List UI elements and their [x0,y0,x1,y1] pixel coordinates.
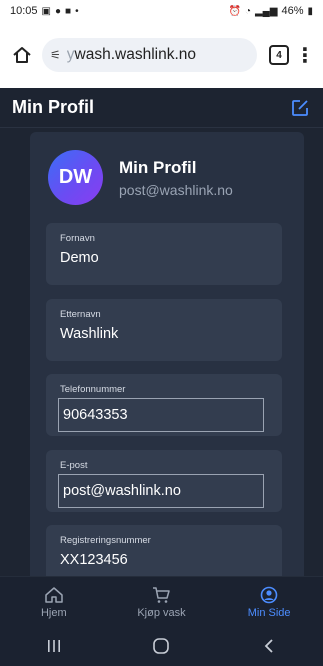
status-right: ⏰ ◔ ▂▄▆ 46% ▮ [228,5,313,17]
app-header: Min Profil [0,88,323,128]
chat-notification-icon: ● [54,5,62,17]
profile-summary: DW Min Profil post@washlink.no [48,150,233,205]
address-bar[interactable]: ⚟ ywash.washlink.no [42,38,257,72]
tabs-count: 4 [269,45,289,65]
nav-label-buy-wash: Kjøp vask [137,606,186,619]
browser-toolbar: ⚟ ywash.washlink.no 4 ⋮ [0,22,323,88]
browser-home-button[interactable] [8,41,36,69]
registration-number-value: XX123456 [60,552,128,568]
cart-icon [153,586,171,603]
more-notifications-icon: • [75,5,79,17]
first-name-field[interactable]: Fornavn Demo [46,223,282,285]
more-vert-icon: ⋮ [295,44,315,67]
nav-label-home: Hjem [40,606,67,619]
phone-label: Telefonnummer [60,384,126,395]
status-bar: 10:05 ▣ ● ■ • ⏰ ◔ ▂▄▆ 46% ▮ [0,0,323,22]
recent-apps-icon [47,640,60,652]
home-icon [13,47,31,63]
status-left: 10:05 ▣ ● ■ • [10,5,79,17]
edit-profile-button[interactable] [289,97,311,119]
email-label: E-post [60,460,88,471]
email-input[interactable]: post@washlink.no [58,474,264,508]
nav-item-my-page[interactable]: Min Side [229,586,309,619]
registration-number-field[interactable]: Registreringsnummer XX123456 [46,525,282,576]
registration-number-label: Registreringsnummer [60,535,151,546]
profile-text: Min Profil post@washlink.no [119,158,233,198]
back-chevron-icon [264,639,273,653]
alarm-icon: ⏰ [228,5,241,17]
home-system-button[interactable] [141,626,181,666]
phone-input[interactable]: 90643353 [58,398,264,432]
nav-item-buy-wash[interactable]: Kjøp vask [121,586,201,619]
home-circle-icon [153,638,170,654]
url-prefix: y [66,46,75,63]
main-content: DW Min Profil post@washlink.no Fornavn D… [0,128,323,576]
tabs-button[interactable]: 4 [267,43,291,67]
url-domain: wash.washlink.no [74,46,196,63]
page-title: Min Profil [12,97,94,117]
back-button[interactable] [249,626,289,666]
user-circle-icon [260,586,278,603]
first-name-value: Demo [60,250,99,266]
bottom-navigation: Hjem Kjøp vask Min Side [0,576,323,627]
nav-label-my-page: Min Side [247,606,291,619]
avatar: DW [48,150,103,205]
recent-apps-button[interactable] [34,626,74,666]
gallery-notification-icon: ▣ [41,5,51,17]
nav-item-home[interactable]: Hjem [14,586,94,619]
email-field: E-post post@washlink.no [46,450,282,512]
battery-icon: ▮ [307,5,313,17]
profile-card: DW Min Profil post@washlink.no Fornavn D… [30,132,304,576]
site-settings-icon[interactable]: ⚟ [50,48,61,62]
status-time: 10:05 [10,5,38,17]
browser-menu-button[interactable]: ⋮ [295,41,315,69]
edit-icon [292,99,308,116]
url-text: ywash.washlink.no [67,46,249,64]
app-notification-icon: ■ [65,5,72,17]
wifi-icon: ◔ [244,5,251,17]
last-name-label: Etternavn [60,309,101,320]
home-icon [45,586,63,603]
last-name-field[interactable]: Etternavn Washlink [46,299,282,361]
signal-icon: ▂▄▆ [254,5,278,17]
system-navigation [0,626,323,666]
last-name-value: Washlink [60,326,119,342]
phone-field: Telefonnummer 90643353 [46,374,282,436]
first-name-label: Fornavn [60,233,95,244]
profile-name: Min Profil [119,157,197,177]
battery-percent: 46% [281,5,304,17]
profile-email: post@washlink.no [119,181,233,198]
